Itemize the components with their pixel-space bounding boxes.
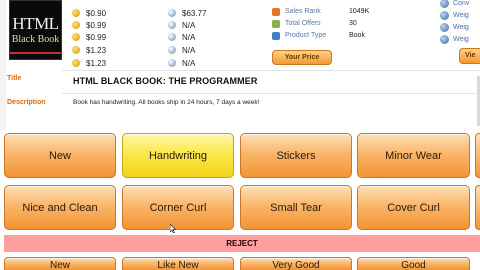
other-price-value: N/A <box>182 32 196 42</box>
detail-value: 1049K <box>349 8 370 15</box>
detail-label: Total Offers <box>285 20 321 27</box>
condition-button-small-tear[interactable]: Small Tear <box>240 185 352 230</box>
condition-button-cover-curl[interactable]: Cover Curl <box>357 185 470 230</box>
reject-button[interactable]: REJECT <box>4 235 480 252</box>
condition-button-new[interactable]: New <box>4 133 116 178</box>
book-cover-subtitle: Black Book <box>11 34 60 45</box>
other-price-row: N/A <box>168 31 195 43</box>
condition-button-nice-and-clean[interactable]: Nice and Clean <box>4 185 116 230</box>
price-row: $0.99 <box>72 31 106 43</box>
your-price-button[interactable]: Your Price <box>272 50 332 65</box>
detail-value: 30 <box>349 20 357 27</box>
offers-icon <box>272 19 280 28</box>
grade-button-very-good[interactable]: Very Good <box>240 257 352 270</box>
globe-icon <box>440 11 449 20</box>
right-link-label: Weig <box>453 36 469 43</box>
condition-button-handwriting[interactable]: Handwriting <box>122 133 234 178</box>
rank-icon <box>272 7 280 16</box>
other-price-value: N/A <box>182 20 196 30</box>
condition-button-partial[interactable] <box>475 185 480 230</box>
grade-button-good[interactable]: Good <box>357 257 470 270</box>
coin-icon <box>72 9 80 17</box>
other-price-row: N/A <box>168 57 195 69</box>
detail-value: Book <box>349 32 365 39</box>
title-label: Title <box>7 75 22 82</box>
globe-icon <box>168 59 176 67</box>
globe-icon <box>168 46 176 54</box>
price-value: $1.23 <box>86 58 107 68</box>
condition-button-partial[interactable] <box>475 133 480 178</box>
price-value: $1.23 <box>86 45 107 55</box>
detail-total-offers: Total Offers 30 <box>272 18 357 29</box>
detail-sales-rank: Sales Rank 1049K <box>272 6 369 17</box>
listing-panel: HTML Black Book $0.90 $0.99 $0.99 $1.23 … <box>0 0 480 130</box>
other-price-value: $63.77 <box>182 8 207 18</box>
globe-icon <box>168 9 176 17</box>
right-link-label: Weig <box>453 24 469 31</box>
price-row: $1.23 <box>72 44 106 56</box>
description-label: Description <box>7 99 46 106</box>
mouse-cursor-icon <box>170 224 176 233</box>
book-cover-image: HTML Black Book <box>9 0 62 60</box>
price-value: $0.99 <box>86 20 107 30</box>
price-row: $0.90 <box>72 7 106 19</box>
grade-button-new[interactable]: New <box>4 257 116 270</box>
globe-icon <box>168 33 176 41</box>
globe-icon <box>440 0 449 8</box>
price-value: $0.90 <box>86 8 107 18</box>
detail-product-type: Product Type Book <box>272 30 365 41</box>
other-price-row: N/A <box>168 44 195 56</box>
other-price-row: $63.77 <box>168 7 206 19</box>
globe-icon <box>440 23 449 32</box>
right-link-label: Conv <box>453 0 470 7</box>
detail-label: Sales Rank <box>285 8 321 15</box>
other-price-value: N/A <box>182 45 196 55</box>
other-price-value: N/A <box>182 58 196 68</box>
view-button[interactable]: Vie <box>459 48 480 64</box>
title-value: HTML BLACK BOOK: THE PROGRAMMER <box>73 76 258 86</box>
book-cover-stripe <box>10 52 61 54</box>
detail-label: Product Type <box>285 32 327 39</box>
price-row: $0.99 <box>72 19 106 31</box>
right-link-label: Weig <box>453 12 469 19</box>
left-strip <box>0 0 6 130</box>
other-price-row: N/A <box>168 19 195 31</box>
divider <box>62 93 480 94</box>
coin-icon <box>72 46 80 54</box>
coin-icon <box>72 21 80 29</box>
price-value: $0.99 <box>86 32 107 42</box>
divider <box>62 70 480 71</box>
coin-icon <box>72 33 80 41</box>
price-row: $1.23 <box>72 57 106 69</box>
book-cover-title: HTML <box>12 14 59 33</box>
right-link[interactable]: Weig <box>440 33 480 46</box>
product-type-icon <box>272 31 280 40</box>
description-value: Book has handwriting. All books ship in … <box>73 99 260 106</box>
condition-button-stickers[interactable]: Stickers <box>240 133 352 178</box>
condition-button-minor-wear[interactable]: Minor Wear <box>357 133 470 178</box>
grade-button-like-new[interactable]: Like New <box>122 257 234 270</box>
condition-button-corner-curl[interactable]: Corner Curl <box>122 185 234 230</box>
globe-icon <box>440 35 449 44</box>
globe-icon <box>168 21 176 29</box>
coin-icon <box>72 59 80 67</box>
